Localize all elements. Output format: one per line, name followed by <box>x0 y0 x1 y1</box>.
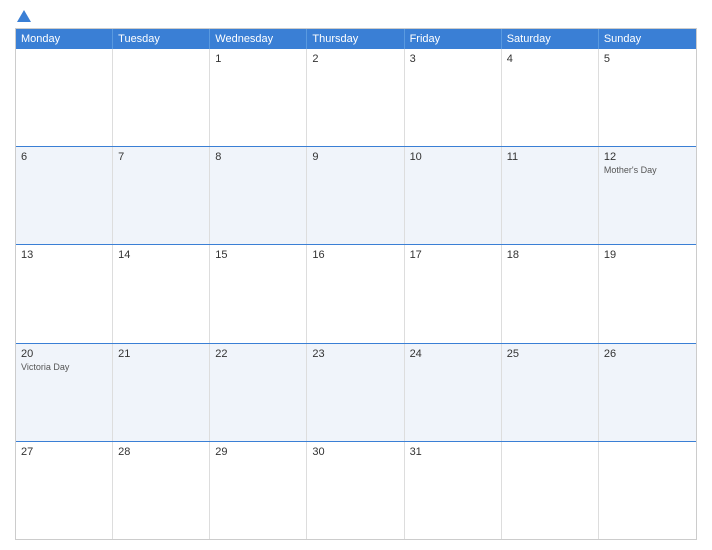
day-number: 23 <box>312 348 398 360</box>
day-number: 6 <box>21 151 107 163</box>
day-cell: 4 <box>502 49 599 146</box>
day-cell: 17 <box>405 245 502 342</box>
day-number: 31 <box>410 446 496 458</box>
day-cell: 24 <box>405 344 502 441</box>
day-number: 2 <box>312 53 398 65</box>
day-number: 30 <box>312 446 398 458</box>
day-header-thursday: Thursday <box>307 29 404 49</box>
day-cell: 11 <box>502 147 599 244</box>
day-cell: 7 <box>113 147 210 244</box>
week-row-1: 6789 10 11 12 Mother's Day <box>16 147 696 245</box>
calendar-page: Monday Tuesday Wednesday Thursday Friday… <box>0 0 712 550</box>
day-cell: 16 <box>307 245 404 342</box>
day-header-friday: Friday <box>405 29 502 49</box>
day-cell: 10 <box>405 147 502 244</box>
day-cell: 3 <box>405 49 502 146</box>
day-cell <box>113 49 210 146</box>
day-number: 1 <box>215 53 301 65</box>
day-cell: 25 <box>502 344 599 441</box>
day-number: 7 <box>118 151 204 163</box>
day-number: 5 <box>604 53 691 65</box>
holiday-label: Mother's Day <box>604 165 691 175</box>
day-header-wednesday: Wednesday <box>210 29 307 49</box>
day-cell: 29 <box>210 442 307 539</box>
day-header-monday: Monday <box>16 29 113 49</box>
day-number: 13 <box>21 249 107 261</box>
day-cell: 1 <box>210 49 307 146</box>
day-cell: 20 Victoria Day <box>16 344 113 441</box>
day-number: 14 <box>118 249 204 261</box>
day-cell: 18 <box>502 245 599 342</box>
day-number: 16 <box>312 249 398 261</box>
day-cell: 2 <box>307 49 404 146</box>
calendar: Monday Tuesday Wednesday Thursday Friday… <box>15 28 697 540</box>
week-row-2: 13 14 15 16 17 18 19 <box>16 245 696 343</box>
day-cell: 13 <box>16 245 113 342</box>
day-header-tuesday: Tuesday <box>113 29 210 49</box>
day-number: 28 <box>118 446 204 458</box>
day-number: 8 <box>215 151 301 163</box>
holiday-label: Victoria Day <box>21 362 107 372</box>
day-cell: 9 <box>307 147 404 244</box>
day-cell: 6 <box>16 147 113 244</box>
day-cell: 12 Mother's Day <box>599 147 696 244</box>
day-cell: 21 <box>113 344 210 441</box>
day-cell: 15 <box>210 245 307 342</box>
page-header <box>15 10 697 20</box>
logo <box>15 10 31 20</box>
day-number: 18 <box>507 249 593 261</box>
week-row-0: 12345 <box>16 49 696 147</box>
week-row-3: 20 Victoria Day 21 22 23 24 25 26 <box>16 344 696 442</box>
day-number: 29 <box>215 446 301 458</box>
day-header-sunday: Sunday <box>599 29 696 49</box>
day-number: 20 <box>21 348 107 360</box>
week-row-4: 27 28 29 30 31 <box>16 442 696 539</box>
day-number: 27 <box>21 446 107 458</box>
day-cell <box>502 442 599 539</box>
day-number: 12 <box>604 151 691 163</box>
day-headers: Monday Tuesday Wednesday Thursday Friday… <box>16 29 696 49</box>
day-header-saturday: Saturday <box>502 29 599 49</box>
calendar-body: 123456789101112Mother's Day1314151617181… <box>16 49 696 539</box>
day-number: 26 <box>604 348 691 360</box>
day-cell: 14 <box>113 245 210 342</box>
day-number: 19 <box>604 249 691 261</box>
day-cell: 27 <box>16 442 113 539</box>
day-cell <box>16 49 113 146</box>
day-number: 4 <box>507 53 593 65</box>
day-number: 3 <box>410 53 496 65</box>
day-number: 25 <box>507 348 593 360</box>
day-cell: 26 <box>599 344 696 441</box>
day-cell: 8 <box>210 147 307 244</box>
day-number: 21 <box>118 348 204 360</box>
day-number: 11 <box>507 151 593 163</box>
day-cell: 30 <box>307 442 404 539</box>
day-cell: 23 <box>307 344 404 441</box>
day-cell: 22 <box>210 344 307 441</box>
day-number: 10 <box>410 151 496 163</box>
day-number: 24 <box>410 348 496 360</box>
day-number: 9 <box>312 151 398 163</box>
logo-triangle-icon <box>17 10 31 22</box>
day-cell: 31 <box>405 442 502 539</box>
day-number: 15 <box>215 249 301 261</box>
day-cell: 19 <box>599 245 696 342</box>
day-cell: 5 <box>599 49 696 146</box>
day-number: 17 <box>410 249 496 261</box>
day-cell: 28 <box>113 442 210 539</box>
day-number: 22 <box>215 348 301 360</box>
day-cell <box>599 442 696 539</box>
